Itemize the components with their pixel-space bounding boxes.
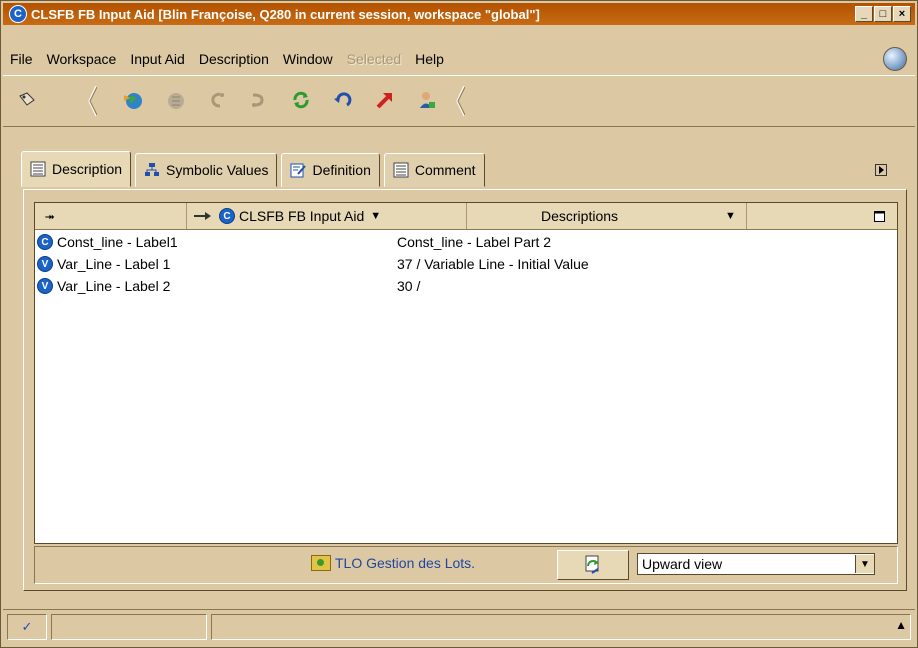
tab-scroll-right-button[interactable]: [869, 159, 893, 181]
tab-label: Symbolic Values: [166, 162, 269, 178]
list-item[interactable]: V Var_Line - Label 1 37 / Variable Line …: [35, 253, 897, 275]
tab-label: Definition: [312, 162, 371, 178]
close-button[interactable]: ×: [893, 6, 911, 22]
tab-comment[interactable]: Comment: [383, 153, 485, 187]
menu-description[interactable]: Description: [192, 51, 276, 67]
description-panel: ⯮ C CLSFB FB Input Aid ▼ Descriptions ▼: [23, 189, 907, 591]
title-bar[interactable]: C CLSFB FB Input Aid [Blin Françoise, Q2…: [3, 3, 915, 25]
check-icon: ✓: [7, 614, 47, 640]
view-select[interactable]: Upward view ▼: [637, 553, 875, 575]
help-globe-icon[interactable]: [883, 47, 907, 71]
item-name: Var_Line - Label 2: [57, 278, 171, 294]
edit-icon: [290, 163, 307, 178]
descriptions-column-label: Descriptions: [541, 208, 619, 224]
toolbar-separator: [88, 85, 97, 117]
status-message: [211, 614, 911, 640]
status-bar: ✓ ▲: [3, 609, 915, 644]
tab-description[interactable]: Description: [21, 151, 132, 187]
list-rows: C Const_line - Label1 Const_line - Label…: [35, 231, 897, 297]
maximize-button[interactable]: □: [874, 6, 892, 22]
window-title: CLSFB FB Input Aid [Blin Françoise, Q280…: [31, 6, 540, 22]
description-list: ⯮ C CLSFB FB Input Aid ▼ Descriptions ▼: [34, 202, 898, 544]
expand-all-icon: ⯮: [45, 208, 55, 223]
sync-button[interactable]: [557, 550, 629, 580]
menu-window[interactable]: Window: [276, 51, 340, 67]
folder-icon: [311, 555, 331, 571]
list-header: ⯮ C CLSFB FB Input Aid ▼ Descriptions ▼: [35, 203, 897, 230]
globe-disabled-icon: [163, 88, 187, 112]
minimize-button[interactable]: _: [855, 6, 873, 22]
list-icon: [393, 162, 409, 178]
column-maximize-button[interactable]: [747, 203, 897, 229]
app-icon: C: [9, 5, 27, 23]
tab-strip: Description Symbolic Values Definition C…: [21, 151, 489, 187]
tab-label: Description: [52, 161, 123, 177]
maximize-icon: [874, 210, 885, 222]
refresh-icon[interactable]: [289, 88, 313, 112]
arrow-right-icon: [194, 212, 211, 220]
tlo-label: TLO Gestion des Lots.: [335, 555, 476, 571]
item-value: Const_line - Label Part 2: [397, 234, 552, 250]
variable-badge-icon: V: [37, 278, 53, 294]
toolbar-separator: [456, 85, 465, 117]
redo-icon[interactable]: [373, 88, 397, 112]
list-item[interactable]: V Var_Line - Label 2 30 /: [35, 275, 897, 297]
menu-workspace[interactable]: Workspace: [40, 51, 124, 67]
application-window: C CLSFB FB Input Aid [Blin Françoise, Q2…: [0, 0, 918, 648]
constant-badge-icon: C: [37, 234, 53, 250]
sitemap-icon: [145, 163, 160, 176]
tab-label: Comment: [414, 162, 476, 178]
object-column-header[interactable]: C CLSFB FB Input Aid ▼: [187, 203, 467, 229]
tab-definition[interactable]: Definition: [281, 153, 380, 187]
undo-icon[interactable]: [331, 88, 355, 112]
item-name: Const_line - Label1: [57, 234, 178, 250]
status-field: [51, 614, 207, 640]
variable-badge-icon: V: [37, 256, 53, 272]
scroll-up-icon[interactable]: ▲: [895, 618, 907, 632]
object-column-label: CLSFB FB Input Aid: [239, 208, 365, 224]
menu-bar: File Workspace Input Aid Description Win…: [3, 47, 915, 71]
menu-selected: Selected: [346, 51, 402, 67]
connect-disabled-icon: [205, 88, 229, 112]
menu-help[interactable]: Help: [408, 51, 451, 67]
tab-symbolic-values[interactable]: Symbolic Values: [135, 153, 278, 187]
descriptions-column-header[interactable]: Descriptions ▼: [467, 203, 747, 229]
list-icon: [30, 161, 46, 177]
tlo-link[interactable]: TLO Gestion des Lots.: [311, 555, 475, 571]
panel-footer: TLO Gestion des Lots. Upward view ▼: [34, 546, 898, 584]
arrow-right-icon: [875, 164, 887, 176]
chevron-down-icon[interactable]: ▼: [370, 210, 381, 222]
item-name: Var_Line - Label 1: [57, 256, 171, 272]
expand-all-button[interactable]: ⯮: [35, 203, 187, 229]
view-select-value: Upward view: [642, 556, 723, 572]
chevron-down-icon[interactable]: ▼: [725, 210, 736, 222]
class-badge-icon: C: [219, 208, 235, 224]
item-value: 30 /: [397, 278, 421, 294]
toolbar: [3, 75, 915, 127]
user-icon[interactable]: [415, 88, 439, 112]
disconnect-disabled-icon: [247, 88, 271, 112]
list-item[interactable]: C Const_line - Label1 Const_line - Label…: [35, 231, 897, 253]
pointer-icon[interactable]: [15, 88, 39, 112]
chevron-down-icon[interactable]: ▼: [855, 555, 874, 573]
item-value: 37 / Variable Line - Initial Value: [397, 256, 589, 272]
globe-add-icon[interactable]: [121, 88, 145, 112]
sync-icon: [585, 555, 599, 574]
menu-input-aid[interactable]: Input Aid: [123, 51, 192, 67]
menu-file[interactable]: File: [3, 51, 40, 67]
